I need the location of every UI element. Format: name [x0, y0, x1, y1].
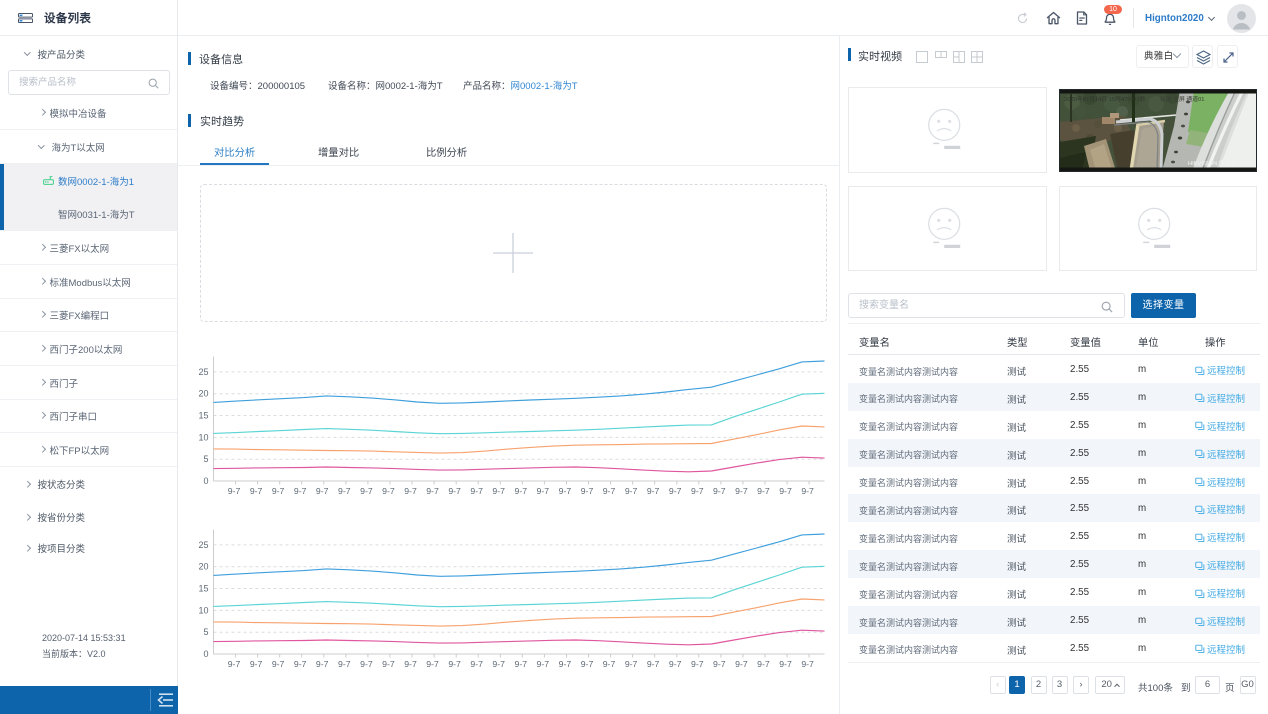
svg-text:9-7: 9-7 [757, 659, 770, 669]
svg-text:25: 25 [198, 540, 208, 550]
svg-text:9-7: 9-7 [625, 659, 638, 669]
svg-text:9-7: 9-7 [647, 659, 660, 669]
svg-text:9-7: 9-7 [603, 486, 616, 496]
svg-text:9-7: 9-7 [713, 659, 726, 669]
svg-text:9-7: 9-7 [470, 486, 483, 496]
svg-text:9-7: 9-7 [735, 486, 748, 496]
svg-text:9-7: 9-7 [537, 659, 550, 669]
svg-text:9-7: 9-7 [294, 659, 307, 669]
svg-text:9-7: 9-7 [250, 486, 263, 496]
svg-text:9-7: 9-7 [426, 659, 439, 669]
svg-text:9-7: 9-7 [382, 659, 395, 669]
svg-text:9-7: 9-7 [779, 659, 792, 669]
svg-text:15: 15 [198, 584, 208, 594]
svg-text:10: 10 [198, 432, 208, 442]
svg-text:5: 5 [203, 627, 208, 637]
svg-text:9-7: 9-7 [735, 659, 748, 669]
svg-text:9-7: 9-7 [559, 659, 572, 669]
svg-text:0: 0 [203, 476, 208, 486]
svg-text:9-7: 9-7 [404, 486, 417, 496]
svg-text:9-7: 9-7 [448, 486, 461, 496]
svg-text:15: 15 [198, 411, 208, 421]
svg-text:9-7: 9-7 [691, 486, 704, 496]
svg-text:9-7: 9-7 [515, 486, 528, 496]
svg-text:9-7: 9-7 [228, 659, 241, 669]
svg-text:9-7: 9-7 [228, 486, 241, 496]
svg-text:9-7: 9-7 [316, 486, 329, 496]
svg-text:9-7: 9-7 [492, 486, 505, 496]
svg-text:9-7: 9-7 [250, 659, 263, 669]
svg-text:9-7: 9-7 [426, 486, 439, 496]
svg-text:9-7: 9-7 [404, 659, 417, 669]
svg-text:10: 10 [198, 605, 208, 615]
svg-text:9-7: 9-7 [669, 486, 682, 496]
svg-text:9-7: 9-7 [272, 486, 285, 496]
svg-text:9-7: 9-7 [492, 659, 505, 669]
svg-text:20: 20 [198, 389, 208, 399]
svg-text:9-7: 9-7 [757, 486, 770, 496]
svg-text:9-7: 9-7 [360, 486, 373, 496]
svg-text:5: 5 [203, 454, 208, 464]
svg-text:9-7: 9-7 [647, 486, 660, 496]
svg-text:HIKVISION 摄像头: HIKVISION 摄像头 [1188, 159, 1237, 167]
svg-text:0: 0 [203, 649, 208, 659]
svg-text:9-7: 9-7 [470, 659, 483, 669]
svg-text:9-7: 9-7 [713, 486, 726, 496]
svg-text:9-7: 9-7 [669, 659, 682, 669]
svg-text:9-7: 9-7 [801, 659, 814, 669]
svg-text:9-7: 9-7 [515, 659, 528, 669]
svg-text:9-7: 9-7 [382, 486, 395, 496]
svg-text:9-7: 9-7 [338, 659, 351, 669]
svg-text:9-7: 9-7 [316, 659, 329, 669]
svg-text:标清 全屏 通道01: 标清 全屏 通道01 [1160, 95, 1204, 103]
svg-text:9-7: 9-7 [338, 486, 351, 496]
svg-text:9-7: 9-7 [801, 486, 814, 496]
svg-text:9-7: 9-7 [625, 486, 638, 496]
svg-text:9-7: 9-7 [581, 659, 594, 669]
svg-text:9-7: 9-7 [537, 486, 550, 496]
svg-text:9-7: 9-7 [691, 659, 704, 669]
svg-text:9-7: 9-7 [603, 659, 616, 669]
svg-text:25: 25 [198, 367, 208, 377]
svg-text:9-7: 9-7 [779, 486, 792, 496]
svg-text:9-7: 9-7 [272, 659, 285, 669]
svg-text:9-7: 9-7 [581, 486, 594, 496]
svg-text:20: 20 [198, 562, 208, 572]
svg-text:9-7: 9-7 [294, 486, 307, 496]
svg-text:9-7: 9-7 [559, 486, 572, 496]
svg-text:9-7: 9-7 [448, 659, 461, 669]
svg-text:9-7: 9-7 [360, 659, 373, 669]
svg-text:2020年07月14日 15时47分31秒: 2020年07月14日 15时47分31秒 [1064, 95, 1146, 103]
